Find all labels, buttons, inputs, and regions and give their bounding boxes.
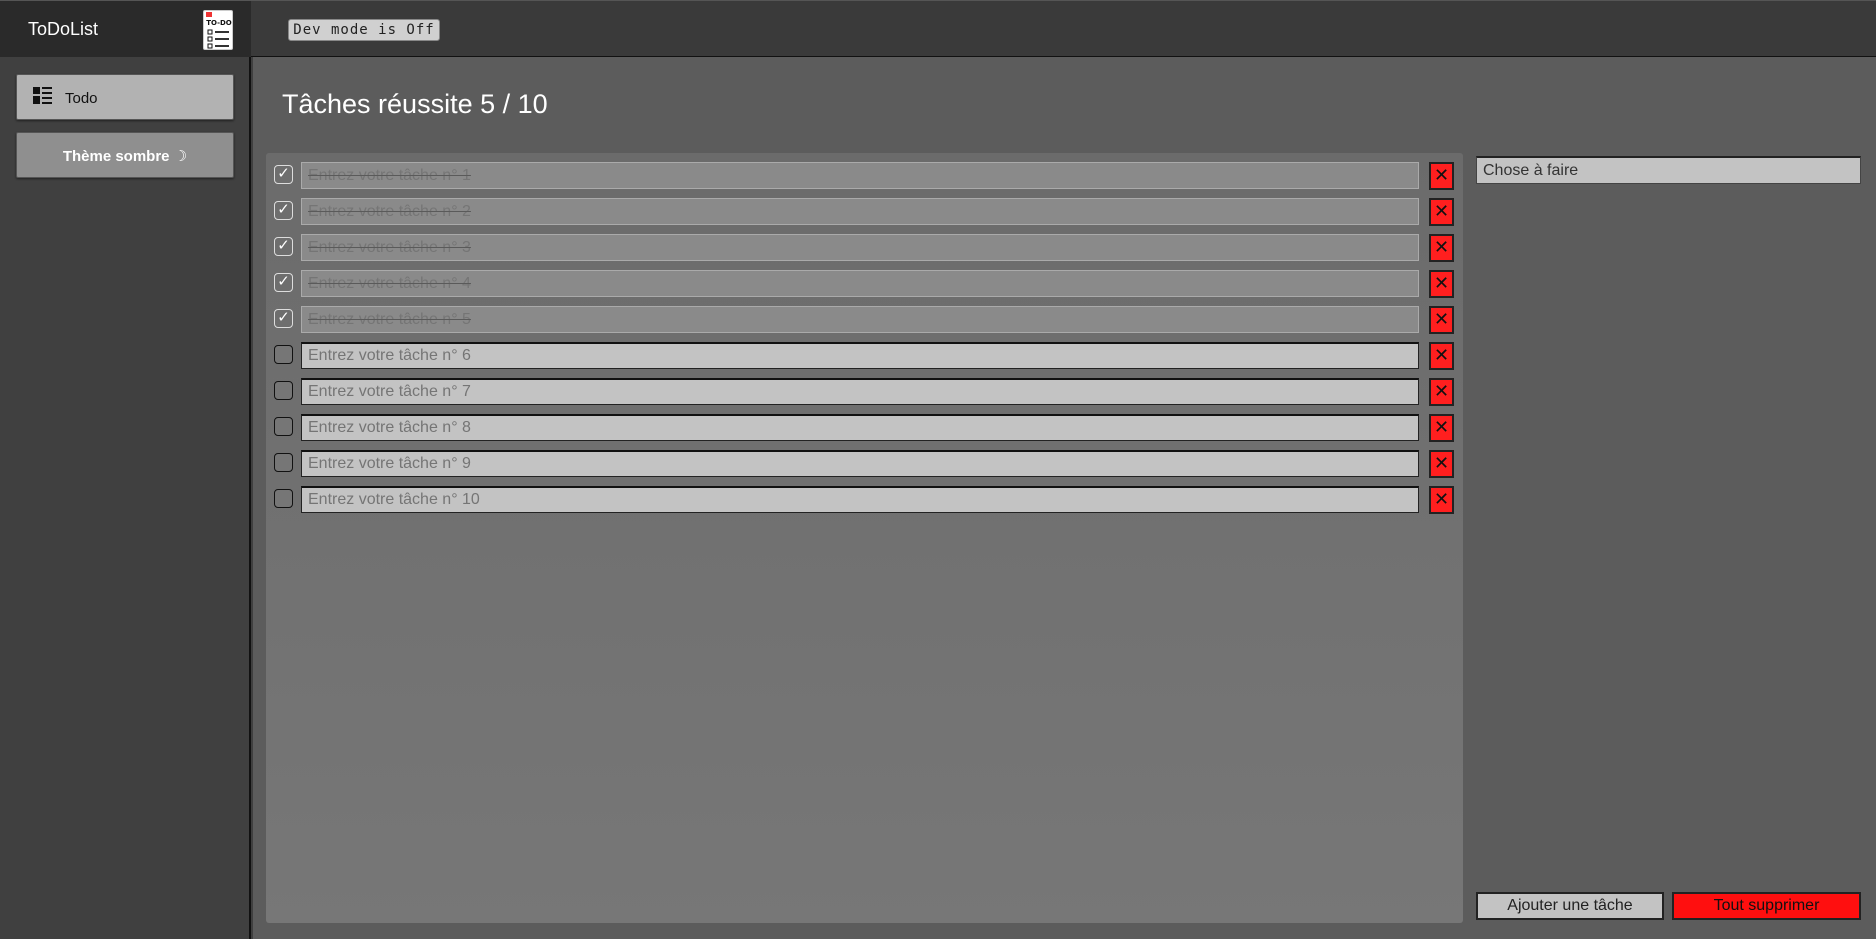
task-checkbox[interactable] — [274, 453, 293, 472]
task-checkbox[interactable]: ✓ — [274, 237, 293, 256]
delete-task-button[interactable]: ✕ — [1429, 414, 1454, 442]
task-checkbox[interactable] — [274, 489, 293, 508]
delete-task-button[interactable]: ✕ — [1429, 270, 1454, 298]
brand: ToDoList TO-DO — [0, 1, 251, 58]
task-input[interactable] — [301, 270, 1419, 297]
task-input[interactable] — [301, 450, 1419, 477]
task-checkbox[interactable] — [274, 345, 293, 364]
task-input[interactable] — [301, 486, 1419, 513]
delete-task-button[interactable]: ✕ — [1429, 198, 1454, 226]
delete-task-button[interactable]: ✕ — [1429, 162, 1454, 190]
delete-task-button[interactable]: ✕ — [1429, 306, 1454, 334]
task-row: ✓ ✕ — [266, 303, 1463, 334]
sidebar-item-label: Todo — [65, 90, 98, 107]
list-layout-icon — [33, 87, 53, 105]
task-row: ✓ ✕ — [266, 195, 1463, 226]
sidebar-item-label: Thème sombre ☽ — [62, 148, 188, 165]
task-checkbox[interactable]: ✓ — [274, 201, 293, 220]
sidebar-item-todo[interactable]: Todo — [16, 74, 234, 120]
app-title: ToDoList — [28, 19, 99, 39]
task-checkbox[interactable]: ✓ — [274, 273, 293, 292]
task-row: ✕ — [266, 447, 1463, 478]
main-content: Tâches réussite 5 / 10 ✓ ✕ ✓ ✕ ✓ ✕ ✓ ✕ ✓… — [253, 57, 1876, 939]
task-input[interactable] — [301, 198, 1419, 225]
task-checkbox[interactable]: ✓ — [274, 165, 293, 184]
clear-all-button[interactable]: Tout supprimer — [1672, 892, 1861, 920]
task-row: ✕ — [266, 339, 1463, 370]
add-task-button[interactable]: Ajouter une tâche — [1476, 892, 1664, 920]
svg-text:TO-DO: TO-DO — [206, 19, 232, 27]
todo-list-logo-icon: TO-DO — [203, 10, 233, 50]
page-title: Tâches réussite 5 / 10 — [282, 89, 548, 119]
task-checkbox[interactable]: ✓ — [274, 309, 293, 328]
task-input[interactable] — [301, 162, 1419, 189]
task-row: ✓ ✕ — [266, 159, 1463, 190]
dark-theme-button[interactable]: Thème sombre ☽ — [16, 132, 234, 178]
task-input[interactable] — [301, 378, 1419, 405]
delete-task-button[interactable]: ✕ — [1429, 342, 1454, 370]
task-row: ✕ — [266, 375, 1463, 406]
task-row: ✕ — [266, 483, 1463, 514]
task-input[interactable] — [301, 234, 1419, 261]
delete-task-button[interactable]: ✕ — [1429, 486, 1454, 514]
task-list: ✓ ✕ ✓ ✕ ✓ ✕ ✓ ✕ ✓ ✕ ✕ — [266, 153, 1463, 923]
task-row: ✓ ✕ — [266, 267, 1463, 298]
sidebar: Todo Thème sombre ☽ — [0, 57, 251, 939]
task-input[interactable] — [301, 414, 1419, 441]
task-checkbox[interactable] — [274, 381, 293, 400]
task-row: ✕ — [266, 411, 1463, 442]
top-bar: ToDoList TO-DO Dev mode is Off — [0, 0, 1876, 58]
dev-mode-toggle-button[interactable]: Dev mode is Off — [288, 19, 440, 41]
task-input[interactable] — [301, 306, 1419, 333]
task-checkbox[interactable] — [274, 417, 293, 436]
task-input[interactable] — [301, 342, 1419, 369]
task-row: ✓ ✕ — [266, 231, 1463, 262]
new-task-input[interactable] — [1476, 156, 1861, 184]
delete-task-button[interactable]: ✕ — [1429, 378, 1454, 406]
delete-task-button[interactable]: ✕ — [1429, 450, 1454, 478]
delete-task-button[interactable]: ✕ — [1429, 234, 1454, 262]
